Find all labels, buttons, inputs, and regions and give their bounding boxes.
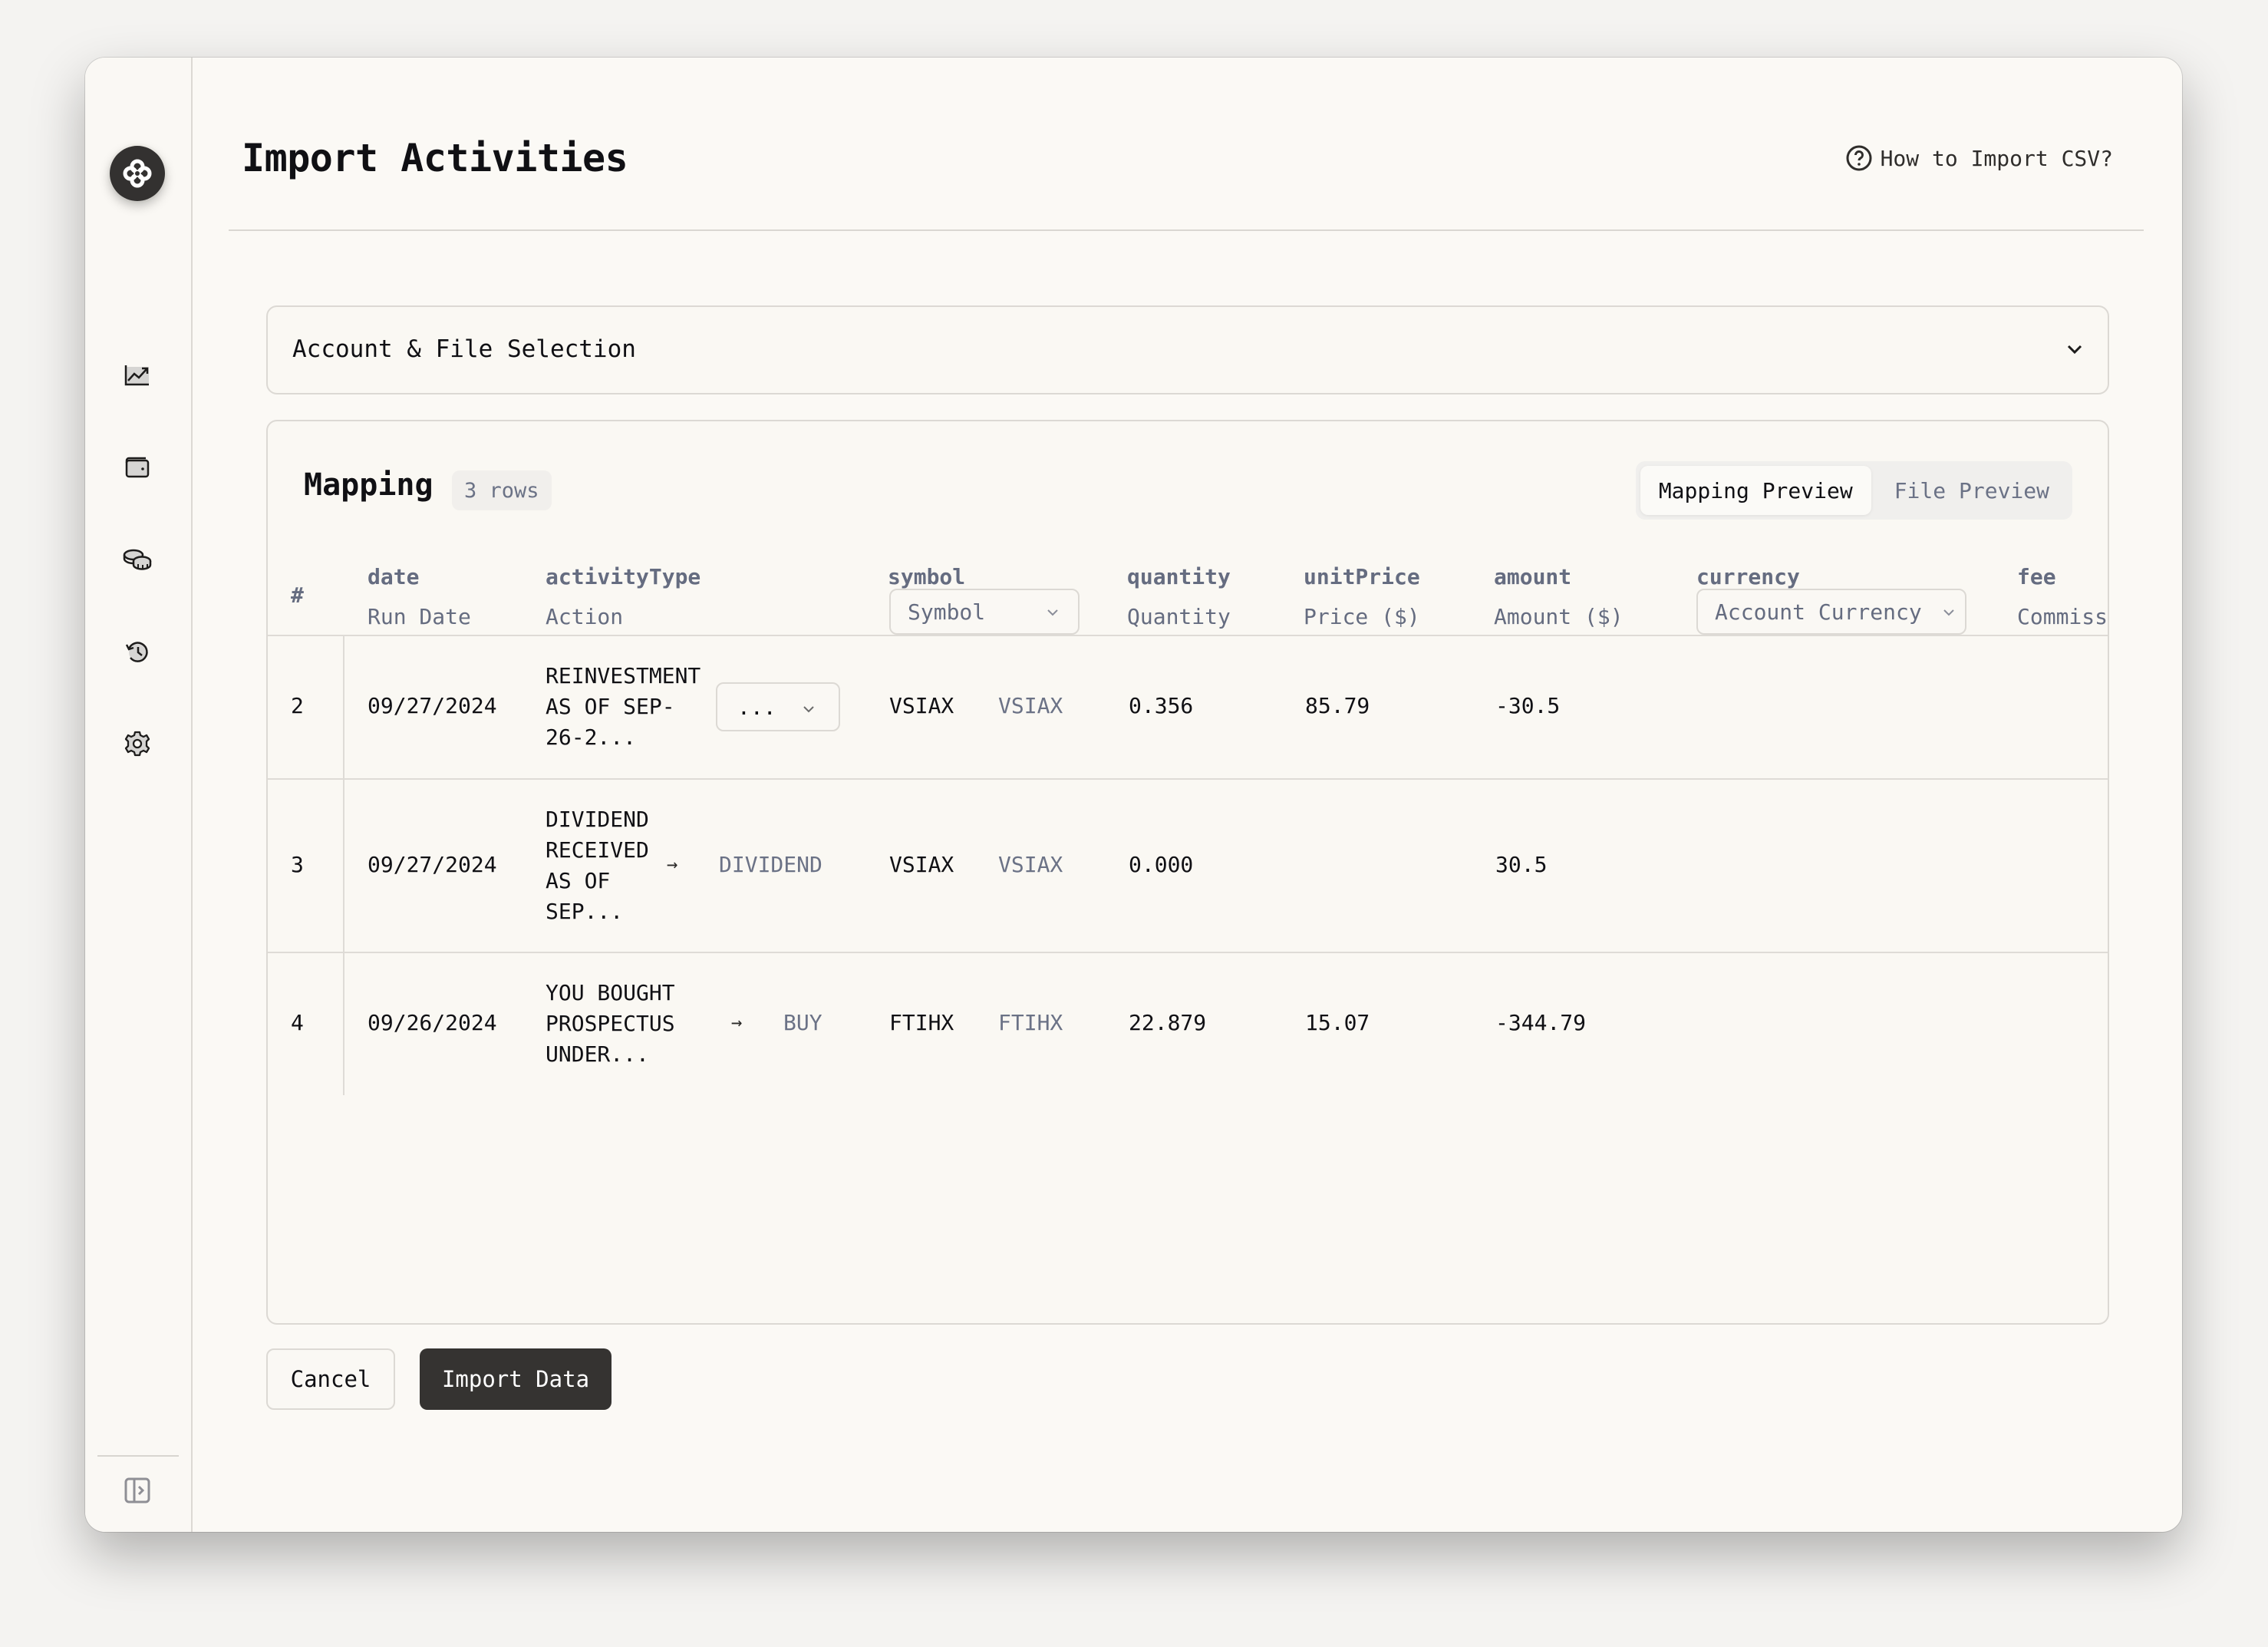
gear-icon xyxy=(124,731,150,757)
import-data-button[interactable]: Import Data xyxy=(420,1348,612,1410)
row-amount: -30.5 xyxy=(1495,693,1561,718)
row-symbol-raw: VSIAX xyxy=(889,852,954,877)
wallet-icon xyxy=(125,457,150,478)
chart-line-icon xyxy=(124,365,149,386)
main-content: Import Activities How to Import CSV? Acc… xyxy=(191,58,2182,1532)
row-symbol-mapped: VSIAX xyxy=(998,693,1063,718)
row-action: DIVIDEND RECEIVED AS OF SEP... xyxy=(546,807,649,924)
table-header: # date Run Date activityType Action symb… xyxy=(268,552,2108,636)
logo-icon[interactable] xyxy=(110,146,165,201)
chevron-down-icon xyxy=(2067,345,2082,355)
row-quantity: 0.000 xyxy=(1129,852,1194,877)
row-amount: 30.5 xyxy=(1495,852,1548,877)
how-to-import-link[interactable]: How to Import CSV? xyxy=(1845,144,2113,172)
chevron-down-icon xyxy=(1943,609,1954,616)
rows-count-badge: 3 rows xyxy=(452,470,552,510)
table-row: 2 09/27/2024 REINVESTMENT AS OF SEP- 26-… xyxy=(268,636,2108,780)
currency-mapping-select[interactable]: Account Currency xyxy=(1696,589,1966,635)
section-title: Account & File Selection xyxy=(292,335,636,363)
sidebar-divider xyxy=(97,1455,179,1457)
sidebar-item-dashboard[interactable] xyxy=(119,357,156,394)
row-quantity: 22.879 xyxy=(1129,1010,1207,1035)
column-header-index: # xyxy=(291,583,304,608)
header-divider xyxy=(229,229,2144,231)
row-amount: -344.79 xyxy=(1495,1010,1587,1035)
sidebar-expand-button[interactable] xyxy=(124,1477,151,1504)
form-actions: Cancel Import Data xyxy=(266,1348,612,1410)
mapping-section: Mapping 3 rows Mapping Preview File Prev… xyxy=(266,420,2109,1325)
tab-file-preview[interactable]: File Preview xyxy=(1876,466,2068,515)
row-date: 09/27/2024 xyxy=(368,852,497,877)
row-symbol-mapped: VSIAX xyxy=(998,852,1063,877)
tab-mapping-preview[interactable]: Mapping Preview xyxy=(1640,466,1871,515)
row-action-unmapped: REINVESTMENT AS OF SEP- 26-2... xyxy=(546,663,701,750)
row-index: 2 xyxy=(291,693,304,718)
row-mapped-type[interactable]: DIVIDEND xyxy=(719,852,822,877)
arrow-right-icon: → xyxy=(731,1012,743,1033)
account-file-selection-section[interactable]: Account & File Selection xyxy=(266,305,2109,394)
row-action: YOU BOUGHT PROSPECTUS UNDER... xyxy=(546,980,675,1067)
chevron-down-icon xyxy=(1047,609,1058,616)
row-symbol-raw: VSIAX xyxy=(889,693,954,718)
row-date: 09/27/2024 xyxy=(368,693,497,718)
cancel-button[interactable]: Cancel xyxy=(266,1348,395,1410)
help-circle-icon xyxy=(1846,145,1872,171)
app-window: Import Activities How to Import CSV? Acc… xyxy=(85,58,2182,1532)
sidebar-item-accounts[interactable] xyxy=(119,449,156,486)
row-date: 09/26/2024 xyxy=(368,1010,497,1035)
row-mapped-type[interactable]: BUY xyxy=(783,1010,822,1035)
sidebar-item-activities[interactable] xyxy=(119,633,156,670)
sidebar-item-holdings[interactable] xyxy=(119,541,156,578)
row-quantity: 0.356 xyxy=(1129,693,1194,718)
sidebar xyxy=(85,58,193,1532)
row-unit-price: 15.07 xyxy=(1305,1010,1370,1035)
row-symbol-mapped: FTIHX xyxy=(998,1010,1063,1035)
chevron-down-icon xyxy=(803,706,814,713)
activity-type-select[interactable]: ... xyxy=(716,682,840,731)
sidebar-item-settings[interactable] xyxy=(119,725,156,762)
row-symbol-raw: FTIHX xyxy=(889,1010,954,1035)
page-title: Import Activities xyxy=(242,136,628,180)
preview-tabs: Mapping Preview File Preview xyxy=(1635,461,2072,520)
sidebar-expand-icon xyxy=(124,1477,150,1503)
row-unit-price: 85.79 xyxy=(1305,693,1370,718)
coins-icon xyxy=(123,549,152,570)
row-index: 4 xyxy=(291,1010,304,1035)
history-icon xyxy=(125,642,148,662)
arrow-right-icon: → xyxy=(667,853,678,875)
mapping-table: # date Run Date activityType Action symb… xyxy=(268,552,2108,1095)
symbol-mapping-select[interactable]: Symbol xyxy=(889,589,1080,635)
table-row: 4 09/26/2024 YOU BOUGHT PROSPECTUS UNDER… xyxy=(268,953,2108,1095)
mapping-title: Mapping xyxy=(304,467,433,503)
help-link-label: How to Import CSV? xyxy=(1880,145,2113,171)
row-index: 3 xyxy=(291,852,304,877)
table-row: 3 09/27/2024 DIVIDEND RECEIVED AS OF SEP… xyxy=(268,780,2108,953)
